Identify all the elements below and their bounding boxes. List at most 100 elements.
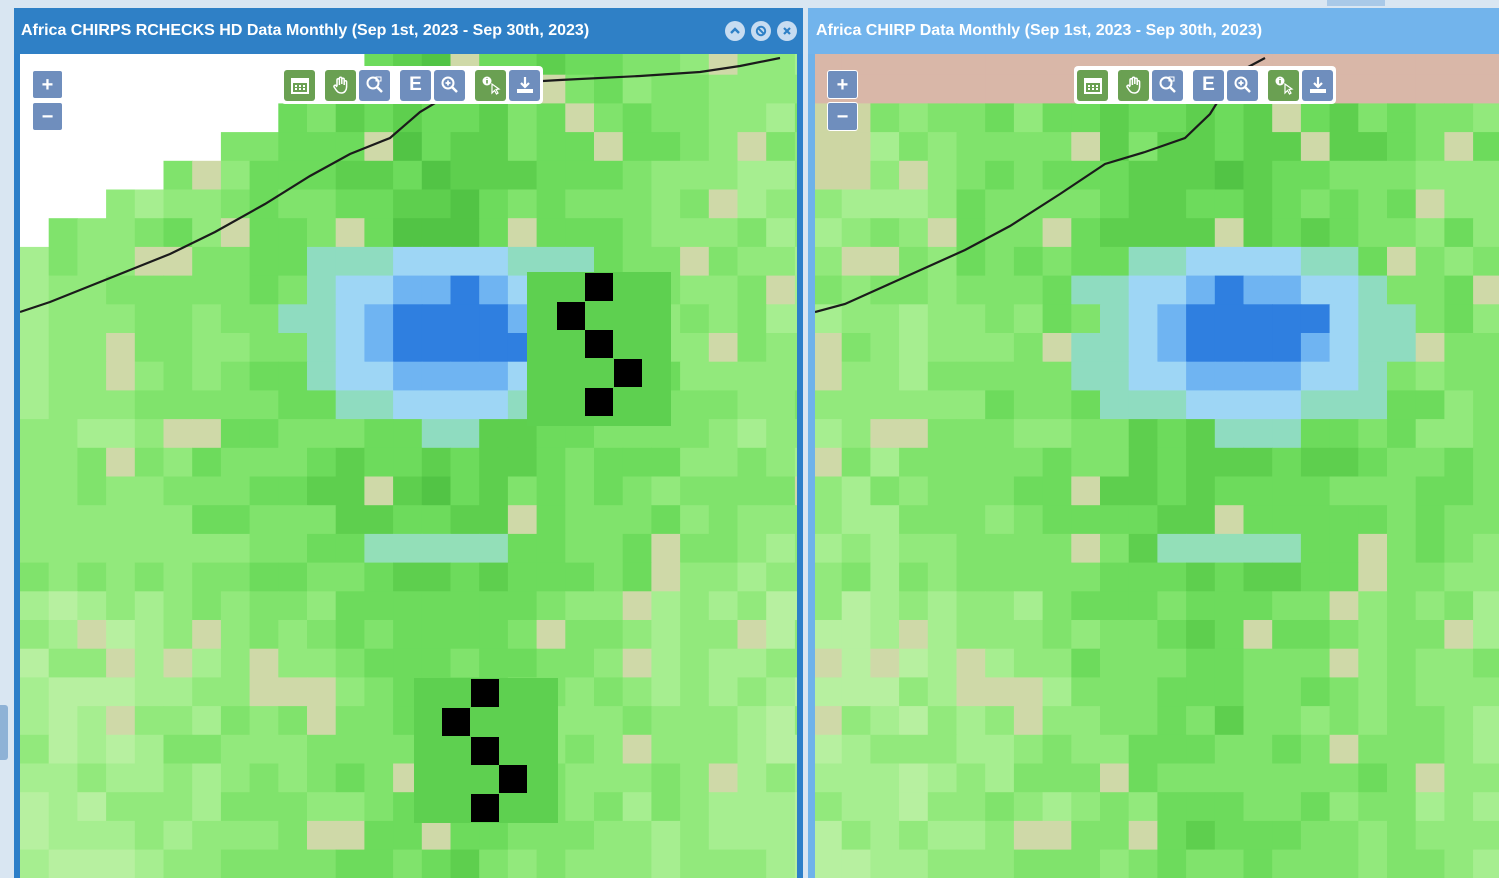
raster-cell: [1071, 591, 1101, 621]
raster-cell: [450, 246, 480, 277]
raster-cell: [220, 132, 251, 162]
left-map-canvas[interactable]: + − E: [20, 54, 797, 878]
raster-cell: [393, 189, 423, 219]
zoom-in-tool-button[interactable]: [1227, 69, 1258, 101]
raster-cell: [220, 390, 251, 420]
right-raster-layer: [815, 54, 1499, 878]
raster-cell: [565, 132, 595, 162]
raster-cell: [307, 849, 337, 878]
info-button[interactable]: [475, 69, 506, 101]
raster-cell: [536, 591, 566, 621]
raster-cell: [841, 620, 871, 650]
raster-cell: [20, 304, 50, 334]
raster-cell: [307, 533, 337, 564]
raster-cell: [1071, 275, 1101, 305]
raster-cell: [737, 792, 767, 822]
raster-cell: [766, 792, 796, 822]
raster-cell: [1186, 591, 1216, 621]
raster-cell: [1329, 533, 1359, 564]
raster-cell: [335, 132, 365, 162]
raster-cell: [134, 333, 165, 363]
raster-cell: [1358, 562, 1388, 592]
raster-cell: [364, 505, 394, 535]
raster-cell: [1157, 562, 1187, 592]
info-button[interactable]: [1268, 69, 1299, 101]
left-window-titlebar[interactable]: Africa CHIRPS RCHECKS HD Data Monthly (S…: [14, 8, 803, 54]
raster-cell: [1358, 189, 1388, 219]
raster-cell: [163, 792, 193, 822]
raster-cell: [1157, 648, 1187, 678]
raster-cell: [1358, 734, 1388, 765]
download-button[interactable]: [1302, 69, 1333, 101]
raster-cell: [450, 218, 480, 248]
raster-cell: [393, 132, 423, 162]
raster-cell: [1387, 246, 1417, 277]
raster-cell: [1387, 562, 1417, 592]
raster-cell: [927, 533, 958, 564]
zoom-box-icon: [366, 76, 383, 93]
raster-cell: [106, 74, 136, 104]
raster-cell: [680, 476, 710, 506]
raster-cell: [1387, 132, 1417, 162]
raster-cell: [1042, 706, 1072, 736]
raster-cell: [1100, 533, 1130, 564]
raster-cell: [364, 591, 394, 621]
flag-marker: [585, 330, 613, 358]
zoom-out-button[interactable]: −: [32, 102, 63, 131]
raster-cell: [680, 734, 710, 765]
raster-cell: [985, 246, 1015, 277]
zoom-in-tool-button[interactable]: [434, 69, 465, 101]
raster-cell: [841, 505, 871, 535]
raster-cell: [708, 275, 739, 305]
raster-cell: [1128, 562, 1158, 592]
raster-cell: [956, 820, 986, 851]
raster-cell: [1387, 304, 1417, 334]
download-button[interactable]: [509, 69, 540, 101]
pan-button[interactable]: [1118, 69, 1149, 101]
zoom-in-button[interactable]: +: [32, 70, 63, 99]
raster-cell: [335, 103, 365, 133]
zoom-box-button[interactable]: [359, 69, 390, 101]
raster-cell: [1157, 333, 1187, 363]
raster-cell: [927, 361, 958, 391]
disable-button[interactable]: [751, 21, 771, 41]
zoom-box-button[interactable]: [1152, 69, 1183, 101]
zoom-out-button[interactable]: −: [827, 102, 858, 131]
raster-cell: [680, 246, 710, 277]
raster-cell: [20, 849, 50, 878]
raster-cell: [536, 246, 566, 277]
raster-cell: [163, 734, 193, 765]
raster-cell: [1100, 849, 1130, 878]
raster-cell: [77, 189, 107, 219]
calendar-button[interactable]: [1077, 69, 1108, 101]
collapse-button[interactable]: [725, 21, 745, 41]
raster-cell: [737, 218, 767, 248]
raster-cell: [651, 591, 681, 621]
raster-cell: [1272, 218, 1302, 248]
edit-button[interactable]: E: [400, 69, 431, 101]
raster-cell: [956, 447, 986, 478]
raster-cell: [220, 706, 251, 736]
raster-cell: [1387, 54, 1417, 76]
raster-cell: [163, 620, 193, 650]
raster-cell: [794, 74, 797, 104]
pan-button[interactable]: [325, 69, 356, 101]
zoom-in-button[interactable]: +: [827, 70, 858, 99]
right-window-titlebar[interactable]: Africa CHIRP Data Monthly (Sep 1st, 2023…: [808, 8, 1499, 54]
raster-cell: [1128, 734, 1158, 765]
raster-cell: [48, 820, 78, 851]
edit-button[interactable]: E: [1193, 69, 1224, 101]
raster-cell: [1243, 792, 1273, 822]
close-button[interactable]: [777, 21, 797, 41]
raster-cell: [794, 706, 797, 736]
side-collapse-tab[interactable]: [0, 705, 8, 760]
raster-cell: [1387, 706, 1417, 736]
raster-cell: [622, 562, 652, 592]
raster-cell: [1243, 677, 1273, 707]
raster-cell: [651, 706, 681, 736]
raster-cell: [335, 591, 365, 621]
raster-cell: [421, 849, 452, 878]
calendar-button[interactable]: [284, 69, 315, 101]
raster-cell: [565, 562, 595, 592]
right-map-canvas[interactable]: + − E: [815, 54, 1499, 878]
